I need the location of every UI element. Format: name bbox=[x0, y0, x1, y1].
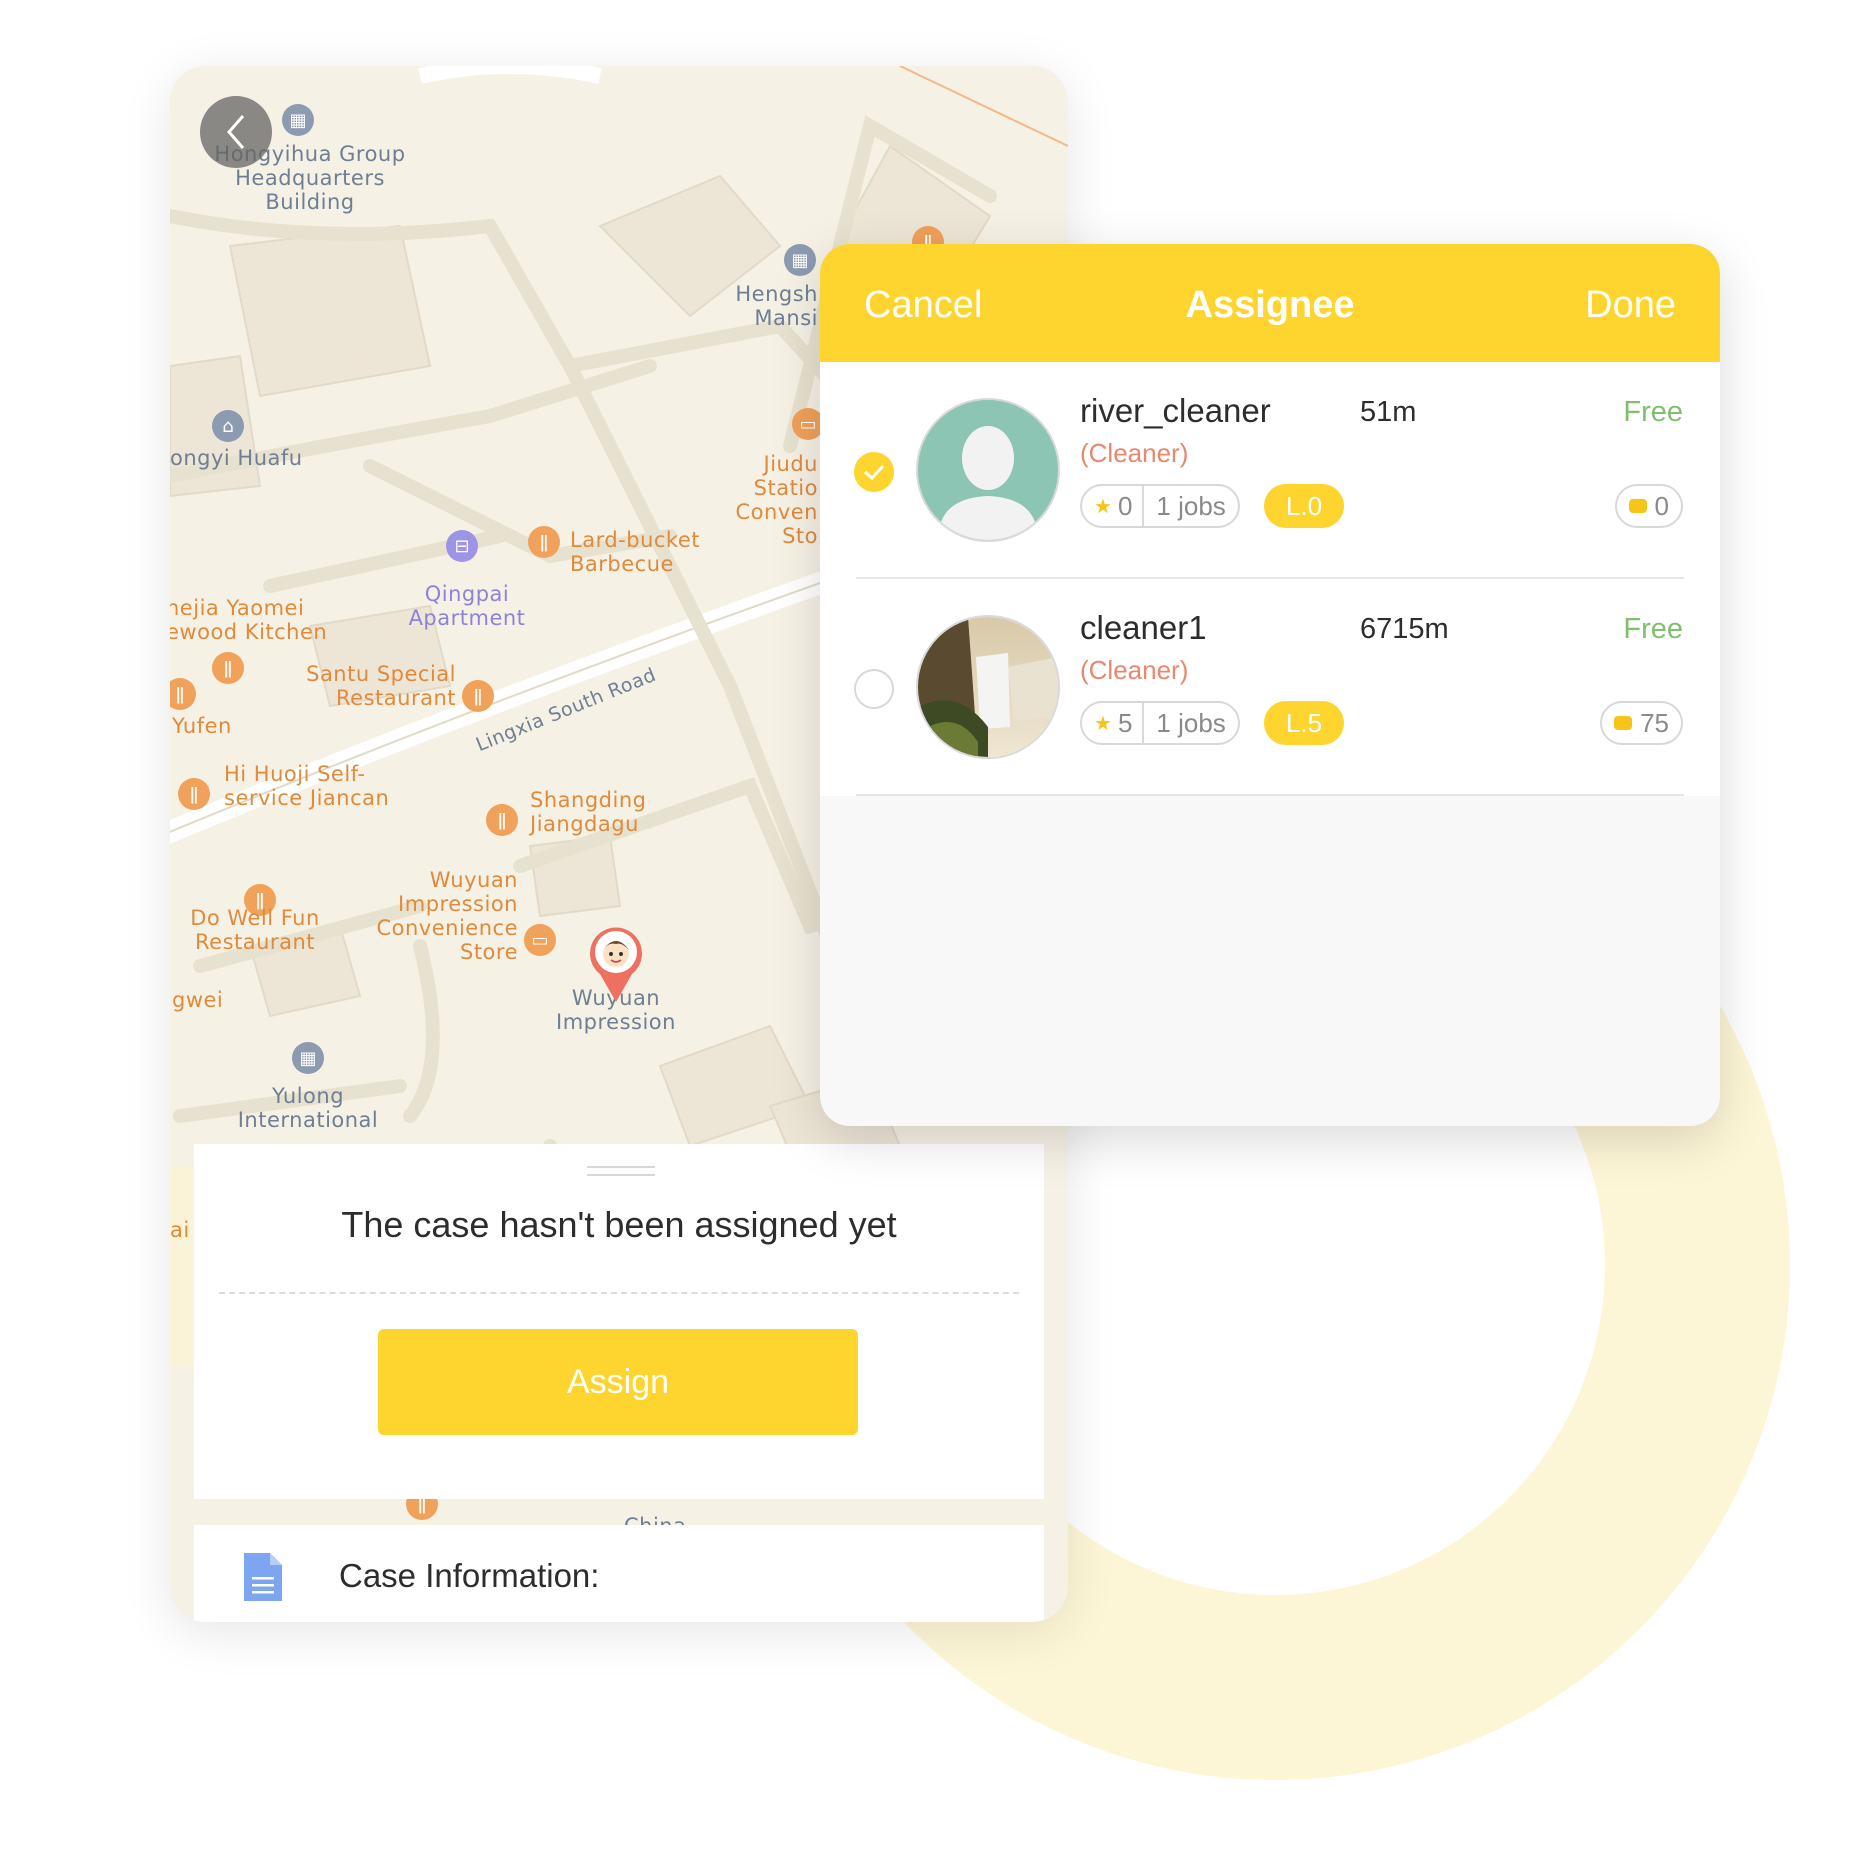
coins-badge: 0 bbox=[1614, 484, 1683, 528]
assignee-header: Assignee Cancel Done bbox=[820, 244, 1720, 362]
map-label-santu: Santu Special Restaurant bbox=[306, 662, 456, 710]
assignee-status: Free bbox=[1623, 396, 1683, 428]
building-icon[interactable]: ▦ bbox=[292, 1042, 324, 1074]
star-icon: ★ bbox=[1094, 712, 1112, 735]
jobs-count: 1 jobs bbox=[1156, 490, 1226, 521]
level-badge: L.0 bbox=[1264, 484, 1344, 528]
map-label-gwei: gwei bbox=[172, 988, 224, 1012]
restaurant-icon[interactable]: ǁ bbox=[178, 778, 210, 810]
drag-handle[interactable] bbox=[587, 1166, 655, 1176]
map-label-yufen: Yufen bbox=[172, 714, 232, 738]
star-icon: ★ bbox=[1094, 495, 1112, 518]
restaurant-icon[interactable]: ǁ bbox=[212, 652, 244, 684]
map-label-hongyi-huafu: ongyi Huafu bbox=[170, 446, 303, 470]
map-label-yulong: Yulong International bbox=[237, 1084, 379, 1132]
selected-check-icon[interactable] bbox=[854, 452, 894, 492]
restaurant-icon[interactable]: ǁ bbox=[528, 526, 560, 558]
home-icon[interactable]: ⌂ bbox=[212, 410, 244, 442]
building-icon[interactable]: ▦ bbox=[784, 244, 816, 276]
assignee-role: (Cleaner) bbox=[1080, 438, 1189, 468]
map-label-hengsh: Hengsh Mansi bbox=[735, 282, 818, 330]
assignee-row-cleaner1[interactable]: cleaner1 6715m Free (Cleaner) ★ 5 1 jobs… bbox=[820, 579, 1720, 796]
map-label-shangding: Shangding Jiangdagu bbox=[530, 788, 647, 836]
assignee-panel: Assignee Cancel Done river_cleaner 51m F… bbox=[820, 244, 1720, 1126]
avatar bbox=[916, 398, 1060, 542]
coins-value: 0 bbox=[1654, 490, 1669, 521]
case-status-text: The case hasn't been assigned yet bbox=[341, 1204, 897, 1245]
map-label-wuyuan-store: Wuyuan Impression Convenience Store bbox=[376, 868, 518, 964]
level-badge: L.5 bbox=[1264, 701, 1344, 745]
user-location-pin[interactable] bbox=[588, 924, 644, 1004]
cancel-button[interactable]: Cancel bbox=[864, 284, 982, 327]
case-info-card[interactable]: Case Information: bbox=[194, 1525, 1044, 1622]
back-button[interactable] bbox=[200, 96, 272, 168]
done-button[interactable]: Done bbox=[1585, 284, 1676, 327]
case-status-card: The case hasn't been assigned yet Assign bbox=[194, 1144, 1044, 1499]
map-label-jiudu: Jiudu Statio Conven Sto bbox=[735, 452, 818, 548]
assignee-row-river-cleaner[interactable]: river_cleaner 51m Free (Cleaner) ★ 0 1 j… bbox=[820, 362, 1720, 579]
hotel-icon[interactable]: ⊟ bbox=[446, 530, 478, 562]
map-label-lard-bucket: Lard-bucket Barbecue bbox=[570, 528, 700, 576]
unselected-radio-icon[interactable] bbox=[854, 669, 894, 709]
assignee-name: river_cleaner bbox=[1080, 392, 1271, 429]
store-icon[interactable]: ▭ bbox=[524, 924, 556, 956]
coins-value: 75 bbox=[1640, 707, 1669, 738]
rating-value: 0 bbox=[1117, 490, 1133, 521]
map-label-do-well: Do Well Fun Restaurant bbox=[190, 906, 320, 954]
restaurant-icon[interactable]: ǁ bbox=[486, 804, 518, 836]
chevron-left-icon bbox=[227, 115, 245, 149]
jobs-count: 1 jobs bbox=[1156, 707, 1226, 738]
rating-jobs-pill: ★ 5 1 jobs bbox=[1080, 701, 1240, 745]
avatar bbox=[916, 615, 1060, 759]
rating-jobs-pill: ★ 0 1 jobs bbox=[1080, 484, 1240, 528]
assignee-distance: 51m bbox=[1360, 396, 1417, 428]
map-label-hejia: hejia Yaomei ewood Kitchen bbox=[170, 596, 328, 644]
coins-badge: 75 bbox=[1600, 701, 1683, 745]
rating-value: 5 bbox=[1117, 707, 1133, 738]
assign-button[interactable]: Assign bbox=[378, 1329, 858, 1435]
assignee-distance: 6715m bbox=[1360, 613, 1449, 645]
restaurant-icon[interactable]: ǁ bbox=[462, 680, 494, 712]
assignee-name: cleaner1 bbox=[1080, 609, 1207, 646]
map-label-ai: ai bbox=[170, 1218, 190, 1242]
assignee-role: (Cleaner) bbox=[1080, 655, 1189, 685]
document-icon bbox=[244, 1553, 282, 1601]
divider bbox=[219, 1292, 1019, 1294]
assignee-list: river_cleaner 51m Free (Cleaner) ★ 0 1 j… bbox=[820, 362, 1720, 796]
map-label-huoji: Hi Huoji Self- service Jiancan bbox=[224, 762, 390, 810]
map-label-qingpai: Qingpai Apartment bbox=[408, 582, 526, 630]
assignee-status: Free bbox=[1623, 613, 1683, 645]
building-icon[interactable]: ▦ bbox=[282, 104, 314, 136]
case-info-label: Case Information: bbox=[339, 1557, 600, 1594]
coin-icon bbox=[1628, 499, 1647, 513]
coin-icon bbox=[1614, 716, 1633, 730]
